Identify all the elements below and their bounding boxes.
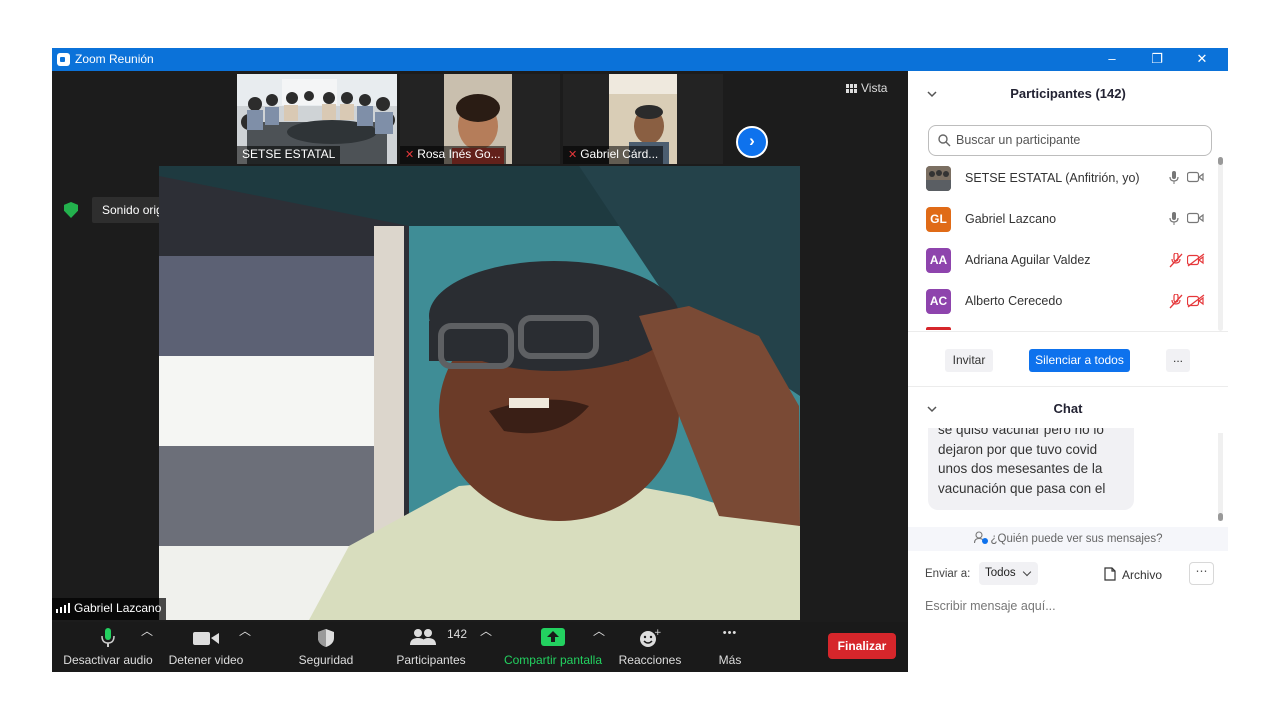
participants-button[interactable]: 142 Participantes: [390, 622, 472, 672]
microphone-icon: [101, 628, 115, 647]
reactions-icon: +: [640, 628, 661, 647]
video-off-icon[interactable]: [1187, 294, 1205, 308]
shield-icon: [318, 629, 334, 647]
person-info-icon: [973, 531, 988, 544]
chat-scrollbar[interactable]: [1218, 433, 1223, 521]
microphone-icon[interactable]: [1169, 171, 1179, 185]
participant-avatar: GL: [926, 207, 951, 232]
send-to-label: Enviar a:: [925, 568, 971, 580]
thumbnail-name-label: ✕ Gabriel Cárd...: [563, 146, 664, 164]
mic-muted-icon: ✕: [405, 149, 415, 161]
chat-message-input[interactable]: [925, 594, 1215, 618]
recipient-select[interactable]: Todos: [979, 562, 1038, 585]
zoom-window: Zoom Reunión – ❐ ✕ SETSE ESTATAL ✕ Rosa …: [52, 48, 1228, 672]
speaker-video-feed: [159, 166, 800, 620]
share-options-caret[interactable]: ︿: [593, 622, 605, 672]
microphone-muted-icon[interactable]: [1169, 294, 1183, 309]
end-meeting-button[interactable]: Finalizar: [828, 633, 896, 659]
video-camera-icon: [193, 632, 219, 645]
side-panel: Participantes (142) Buscar un participan…: [908, 71, 1228, 672]
video-options-caret[interactable]: ︿: [239, 622, 251, 672]
chat-title: Chat: [1053, 401, 1083, 416]
participants-title: Participantes (142): [1010, 86, 1126, 101]
participant-row[interactable]: GL Gabriel Lazcano: [926, 199, 1208, 240]
participant-row[interactable]: SETSE ESTATAL (Anfitrión, yo): [926, 158, 1208, 199]
meeting-toolbar: Desactivar audio ︿ Detener video ︿ Segur…: [52, 622, 908, 672]
search-icon: [938, 134, 951, 147]
video-camera-icon[interactable]: [1187, 212, 1204, 224]
participants-options-caret[interactable]: ︿: [480, 622, 492, 672]
participants-more-button[interactable]: ...: [1166, 349, 1190, 372]
thumbnail-name-label: SETSE ESTATAL: [237, 146, 341, 164]
thumbnail-rosa-ines[interactable]: ✕ Rosa Inés Go...: [400, 74, 560, 164]
reactions-button[interactable]: + Reacciones: [614, 622, 686, 672]
minimize-button[interactable]: –: [1092, 50, 1132, 70]
mic-muted-icon: ✕: [568, 149, 578, 161]
video-area: SETSE ESTATAL ✕ Rosa Inés Go... ✕ Gabrie…: [52, 71, 908, 622]
title-bar: Zoom Reunión – ❐ ✕: [52, 48, 1228, 71]
view-button[interactable]: Vista: [846, 81, 887, 95]
participant-avatar: [926, 166, 951, 191]
participants-count: 142: [447, 627, 468, 641]
microphone-icon[interactable]: [1169, 212, 1179, 226]
close-button[interactable]: ✕: [1182, 50, 1222, 70]
more-button[interactable]: ••• Más: [702, 622, 758, 672]
chat-more-button[interactable]: ⋯: [1189, 562, 1214, 585]
svg-text:+: +: [654, 628, 661, 638]
signal-strength-icon: [56, 603, 70, 613]
chat-message: se quiso vacunar pero no lo dejaron por …: [928, 428, 1134, 510]
participants-icon: [410, 629, 436, 645]
stop-video-button[interactable]: Detener video: [166, 622, 246, 672]
grid-icon: [846, 84, 857, 93]
thumbnail-setse-estatal[interactable]: SETSE ESTATAL: [237, 74, 397, 164]
encryption-shield-icon[interactable]: [64, 202, 78, 218]
share-screen-button[interactable]: Compartir pantalla: [500, 622, 606, 672]
participant-avatar: AC: [926, 289, 951, 314]
participant-avatar: AA: [926, 248, 951, 273]
security-button[interactable]: Seguridad: [292, 622, 360, 672]
thumbnail-gabriel-cardenas[interactable]: ✕ Gabriel Cárd...: [563, 74, 723, 164]
active-speaker-video: [159, 166, 800, 620]
who-can-see-link[interactable]: ¿Quién puede ver sus mensajes?: [908, 527, 1228, 551]
share-screen-icon: [541, 628, 565, 646]
zoom-logo-icon: [57, 53, 70, 66]
audio-options-caret[interactable]: ︿: [141, 622, 153, 672]
microphone-muted-icon[interactable]: [1169, 253, 1183, 268]
invite-button[interactable]: Invitar: [945, 349, 993, 372]
maximize-button[interactable]: ❐: [1137, 50, 1177, 70]
more-dots-icon: •••: [722, 627, 738, 639]
participant-avatar-partial: [926, 327, 951, 330]
divider: [908, 331, 1228, 332]
mute-all-button[interactable]: Silenciar a todos: [1029, 349, 1130, 372]
next-page-button[interactable]: ›: [736, 126, 768, 158]
file-icon: [1104, 567, 1116, 581]
active-speaker-label: Gabriel Lazcano: [52, 598, 167, 620]
participants-scrollbar[interactable]: [1218, 157, 1223, 331]
participant-row[interactable]: AC Alberto Cerecedo: [926, 281, 1208, 322]
window-title: Zoom Reunión: [75, 52, 154, 66]
divider: [908, 386, 1228, 387]
video-off-icon[interactable]: [1187, 253, 1205, 267]
participant-row[interactable]: AA Adriana Aguilar Valdez: [926, 240, 1208, 281]
thumbnail-name-label: ✕ Rosa Inés Go...: [400, 146, 506, 164]
video-camera-icon[interactable]: [1187, 171, 1204, 183]
participant-search-input[interactable]: Buscar un participante: [928, 125, 1212, 156]
file-button[interactable]: Archivo: [1104, 567, 1162, 582]
